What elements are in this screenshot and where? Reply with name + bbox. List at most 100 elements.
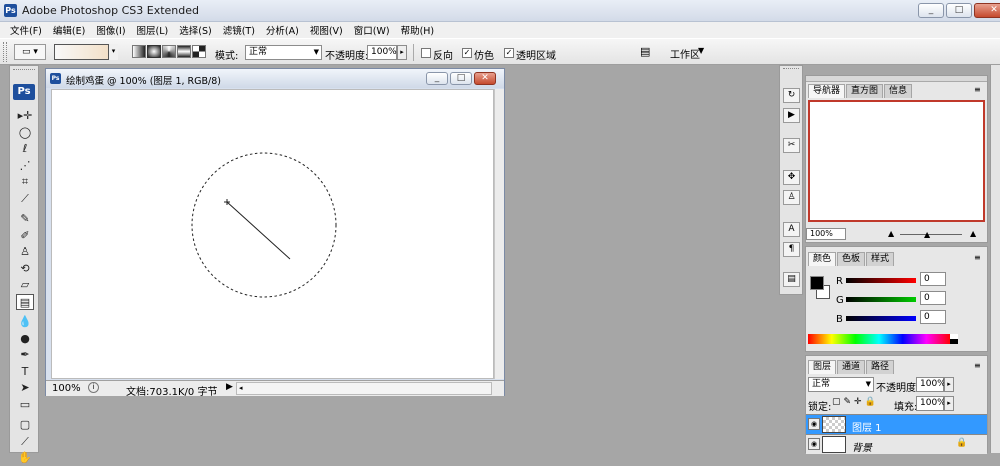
type-tool-icon[interactable]: T [16, 364, 34, 380]
menu-file[interactable]: 文件(F) [10, 23, 42, 37]
grip-handle[interactable] [13, 69, 35, 73]
magic-wand-tool-icon[interactable]: ⋰ [16, 158, 34, 174]
grip-handle[interactable] [3, 42, 7, 62]
gradient-dropdown-icon[interactable]: ▾ [108, 44, 118, 60]
hand-tool-icon[interactable]: ✋ [16, 450, 34, 466]
layer-opacity-input[interactable]: 100% [916, 377, 946, 392]
menu-select[interactable]: 选择(S) [179, 23, 211, 37]
tab-styles[interactable]: 样式 [866, 252, 895, 266]
lock-options-icons[interactable]: ▢✎✛🔒 [832, 397, 879, 407]
blur-tool-icon[interactable]: 💧 [16, 314, 34, 330]
blue-value-input[interactable]: 0 [920, 310, 946, 324]
red-value-input[interactable]: 0 [920, 272, 946, 286]
grip-handle[interactable] [783, 68, 799, 72]
tool-preset-picker[interactable]: ▭ ▾ [14, 44, 46, 60]
tab-paths[interactable]: 路径 [866, 360, 895, 374]
angle-gradient-icon[interactable] [162, 45, 176, 58]
fill-slider-arrow-icon[interactable]: ▸ [944, 396, 954, 411]
eyedropper-tool-icon[interactable]: ⟋ [16, 434, 34, 450]
clone-stamp-tool-icon[interactable]: ♙ [16, 244, 34, 260]
blue-slider[interactable] [846, 316, 916, 321]
panel-menu-icon[interactable]: ≡ [974, 253, 981, 262]
foreground-color-swatch[interactable] [810, 276, 824, 290]
menu-view[interactable]: 视图(V) [310, 23, 343, 37]
navigator-preview[interactable] [808, 100, 985, 222]
menu-filter[interactable]: 滤镜(T) [223, 23, 255, 37]
transparency-checkbox[interactable]: ✓ [504, 48, 514, 58]
zoom-slider[interactable] [900, 234, 962, 235]
green-slider[interactable] [846, 297, 916, 302]
dither-checkbox[interactable]: ✓ [462, 48, 472, 58]
zoom-slider-handle[interactable]: ▲ [924, 230, 930, 239]
vertical-scrollbar[interactable] [494, 89, 504, 379]
zoom-in-icon[interactable]: ▲ [970, 229, 976, 238]
menu-window[interactable]: 窗口(W) [354, 23, 390, 37]
tab-histogram[interactable]: 直方图 [846, 84, 884, 98]
move-tool-icon[interactable]: ▸✛ [16, 108, 34, 124]
marquee-tool-icon[interactable]: ◯ [16, 125, 34, 141]
doc-minimize-button[interactable]: _ [426, 72, 448, 85]
menu-edit[interactable]: 编辑(E) [53, 23, 85, 37]
tab-swatches[interactable]: 色板 [837, 252, 866, 266]
green-value-input[interactable]: 0 [920, 291, 946, 305]
status-info-icon[interactable]: i [88, 382, 99, 393]
tab-navigator[interactable]: 导航器 [808, 84, 846, 98]
layer-row[interactable]: ◉ 背景 🔒 [806, 434, 987, 454]
red-slider[interactable] [846, 278, 916, 283]
tool-presets-icon[interactable]: ✂ [783, 138, 800, 153]
maximize-button[interactable]: □ [946, 3, 972, 18]
diamond-gradient-icon[interactable] [192, 45, 206, 58]
tab-channels[interactable]: 通道 [837, 360, 866, 374]
brushes-panel-icon[interactable]: ✥ [783, 170, 800, 185]
layer-row[interactable]: ◉ 图层 1 [806, 414, 987, 434]
eraser-tool-icon[interactable]: ▱ [16, 277, 34, 293]
workspace-button[interactable]: 工作区 [670, 46, 700, 61]
minimize-button[interactable]: _ [918, 3, 944, 18]
reverse-checkbox[interactable] [421, 48, 431, 58]
blend-mode-select[interactable]: 正常 ▼ [245, 45, 322, 60]
gradient-tool-icon[interactable]: ▤ [16, 293, 34, 310]
eye-icon[interactable]: ◉ [808, 438, 820, 450]
reflected-gradient-icon[interactable] [177, 45, 191, 58]
history-panel-icon[interactable]: ↻ [783, 88, 800, 103]
close-button[interactable]: ✕ [974, 3, 1000, 18]
layer-blend-mode-select[interactable]: 正常 ▼ [808, 377, 874, 392]
zoom-level[interactable]: 100% [52, 383, 81, 394]
crop-tool-icon[interactable]: ⌗ [16, 174, 34, 190]
character-panel-icon[interactable]: A [783, 222, 800, 237]
layer-name[interactable]: 背景 [852, 439, 872, 454]
brush-tool-icon[interactable]: ✐ [16, 228, 34, 244]
opacity-slider-arrow-icon[interactable]: ▸ [944, 377, 954, 392]
clone-source-icon[interactable]: ♙ [783, 190, 800, 205]
document-title-bar[interactable]: Ps 绘制鸡蛋 @ 100% (图层 1, RGB/8) _ □ ✕ [46, 69, 504, 88]
path-selection-tool-icon[interactable]: ➤ [16, 380, 34, 396]
navigator-zoom-input[interactable]: 100% [806, 228, 846, 240]
tab-layers[interactable]: 图层 [808, 360, 837, 374]
palette-well-icon[interactable]: ▤ [640, 45, 656, 59]
panel-header[interactable] [806, 76, 987, 82]
layer-name[interactable]: 图层 1 [852, 419, 882, 434]
tab-color[interactable]: 颜色 [808, 252, 837, 266]
panel-menu-icon[interactable]: ≡ [974, 85, 981, 94]
shape-tool-icon[interactable]: ▭ [16, 397, 34, 413]
eye-icon[interactable]: ◉ [808, 418, 820, 430]
lasso-tool-icon[interactable]: ℓ [16, 141, 34, 157]
black-white-swatch[interactable] [950, 334, 958, 344]
pen-tool-icon[interactable]: ✒ [16, 347, 34, 363]
fill-input[interactable]: 100% [916, 396, 946, 411]
panel-menu-icon[interactable]: ≡ [974, 361, 981, 370]
doc-close-button[interactable]: ✕ [474, 72, 496, 85]
doc-maximize-button[interactable]: □ [450, 72, 472, 85]
horizontal-scrollbar[interactable]: ◂ [236, 382, 492, 395]
color-ramp[interactable] [808, 334, 950, 344]
paragraph-panel-icon[interactable]: ¶ [783, 242, 800, 257]
menu-help[interactable]: 帮助(H) [401, 23, 435, 37]
notes-tool-icon[interactable]: ▢ [16, 417, 34, 433]
radial-gradient-icon[interactable] [147, 45, 161, 58]
tab-info[interactable]: 信息 [884, 84, 913, 98]
status-menu-arrow-icon[interactable]: ▶ [226, 382, 233, 392]
opacity-input[interactable]: 100% [367, 45, 397, 60]
history-brush-tool-icon[interactable]: ⟲ [16, 261, 34, 277]
eyedropper-slice-tool-icon[interactable]: ⟋ [16, 191, 34, 207]
menu-layer[interactable]: 图层(L) [137, 23, 169, 37]
